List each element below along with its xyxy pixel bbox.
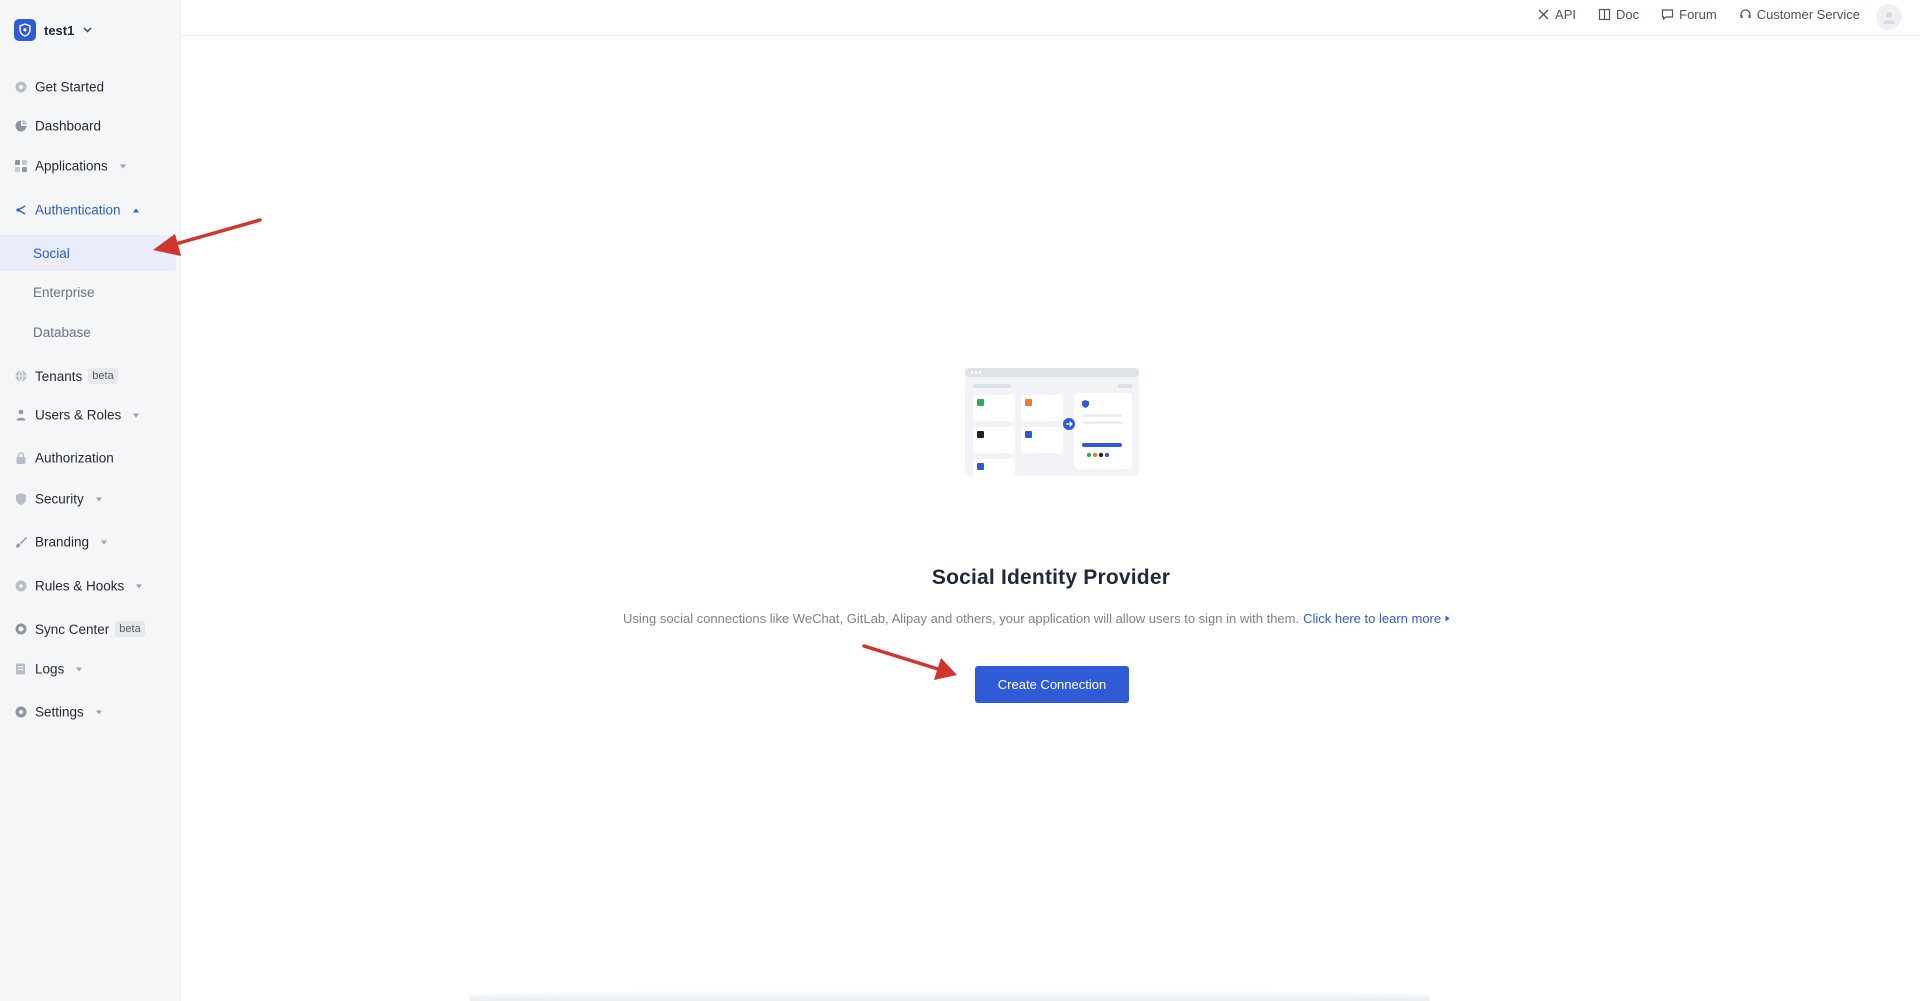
chevron-down-icon xyxy=(82,25,92,35)
annotation-arrow-create xyxy=(862,644,957,680)
sidebar-subitem-enterprise[interactable]: Enterprise xyxy=(0,274,176,310)
top-bar: API Doc Forum Customer Service xyxy=(181,0,1920,36)
api-link-label: API xyxy=(1555,7,1576,22)
create-connection-button[interactable]: Create Connection xyxy=(975,666,1129,703)
sidebar-item-label: Users & Roles xyxy=(35,407,122,423)
bottom-shadow xyxy=(470,990,1430,1001)
beta-badge: beta xyxy=(115,621,145,637)
sidebar-item-label: Get Started xyxy=(35,79,105,95)
doc-link[interactable]: Doc xyxy=(1598,7,1639,22)
lock-icon xyxy=(16,452,26,464)
sidebar-item-sync-center[interactable]: Sync Center beta xyxy=(0,612,176,646)
forum-link[interactable]: Forum xyxy=(1661,7,1717,22)
learn-more-link[interactable]: Click here to learn more xyxy=(1303,611,1450,626)
caret-down-icon xyxy=(133,413,140,417)
chat-icon xyxy=(1662,9,1674,21)
sidebar-item-label: Authentication xyxy=(35,202,121,218)
learn-more-label: Click here to learn more xyxy=(1303,611,1442,626)
sidebar-item-applications[interactable]: Applications xyxy=(0,149,176,183)
users-icon xyxy=(16,409,26,421)
book-icon xyxy=(1598,8,1611,21)
caret-up-icon xyxy=(132,208,139,212)
api-link[interactable]: API xyxy=(1537,7,1576,22)
sidebar-item-label: Logs xyxy=(35,661,65,677)
sidebar-item-label: Tenants xyxy=(35,368,83,384)
sidebar: test1 Get Started Dashboard Applications… xyxy=(0,0,181,1001)
sidebar-item-users-roles[interactable]: Users & Roles xyxy=(0,398,176,432)
page-title: Social Identity Provider xyxy=(931,566,1171,589)
log-icon xyxy=(16,663,25,675)
sidebar-item-authentication[interactable]: Authentication xyxy=(0,193,176,227)
customer-service-link-label: Customer Service xyxy=(1756,7,1860,22)
user-avatar-icon xyxy=(1883,12,1895,24)
sidebar-item-label: Settings xyxy=(35,704,84,720)
sidebar-item-security[interactable]: Security xyxy=(0,482,176,516)
forum-link-label: Forum xyxy=(1679,7,1717,22)
sidebar-subitem-social[interactable]: Social xyxy=(0,235,176,271)
avatar[interactable] xyxy=(1876,4,1902,30)
sidebar-item-branding[interactable]: Branding xyxy=(0,525,176,559)
apps-grid-icon xyxy=(15,160,27,172)
sidebar-item-label: Applications xyxy=(35,158,108,174)
caret-down-icon xyxy=(101,540,108,544)
empty-state-description: Using social connections like WeChat, Gi… xyxy=(623,611,1450,626)
gear-icon xyxy=(15,706,27,718)
globe-icon xyxy=(15,370,27,382)
shield-icon xyxy=(16,493,26,505)
tenant-name: test1 xyxy=(44,22,75,38)
sidebar-item-tenants[interactable]: Tenants beta xyxy=(0,359,176,393)
sidebar-item-get-started[interactable]: Get Started xyxy=(0,70,176,104)
beta-badge: beta xyxy=(88,368,118,384)
customer-service-link[interactable]: Customer Service xyxy=(1739,7,1860,22)
top-links: API Doc Forum Customer Service xyxy=(1537,7,1860,22)
sidebar-subitem-database[interactable]: Database xyxy=(0,314,176,350)
pie-chart-icon xyxy=(15,119,28,132)
sidebar-item-logs[interactable]: Logs xyxy=(0,652,176,686)
sidebar-item-settings[interactable]: Settings xyxy=(0,695,176,729)
caret-down-icon xyxy=(95,710,102,714)
sidebar-item-label: Branding xyxy=(35,534,90,550)
brush-icon xyxy=(16,537,27,548)
description-text: Using social connections like WeChat, Gi… xyxy=(623,611,1300,626)
caret-down-icon xyxy=(119,164,126,168)
caret-down-icon xyxy=(76,667,83,671)
rocket-icon xyxy=(15,81,27,93)
tenant-logo-icon xyxy=(14,19,36,41)
sidebar-item-label: Security xyxy=(35,491,84,507)
caret-down-icon xyxy=(95,497,102,501)
headset-icon xyxy=(1740,9,1751,18)
doc-link-label: Doc xyxy=(1616,7,1640,22)
share-icon xyxy=(16,205,26,215)
sidebar-item-label: Sync Center xyxy=(35,621,110,637)
caret-right-icon xyxy=(1445,615,1450,622)
tenant-switcher[interactable]: test1 xyxy=(14,18,92,42)
sidebar-item-dashboard[interactable]: Dashboard xyxy=(0,109,176,143)
empty-state-illustration xyxy=(965,368,1139,485)
api-icon xyxy=(1538,9,1549,20)
sync-icon xyxy=(15,623,27,635)
sidebar-item-label: Dashboard xyxy=(35,118,102,134)
annotation-arrows xyxy=(153,218,957,680)
sidebar-item-authorization[interactable]: Authorization xyxy=(0,441,176,475)
sidebar-item-label: Authorization xyxy=(35,450,114,466)
